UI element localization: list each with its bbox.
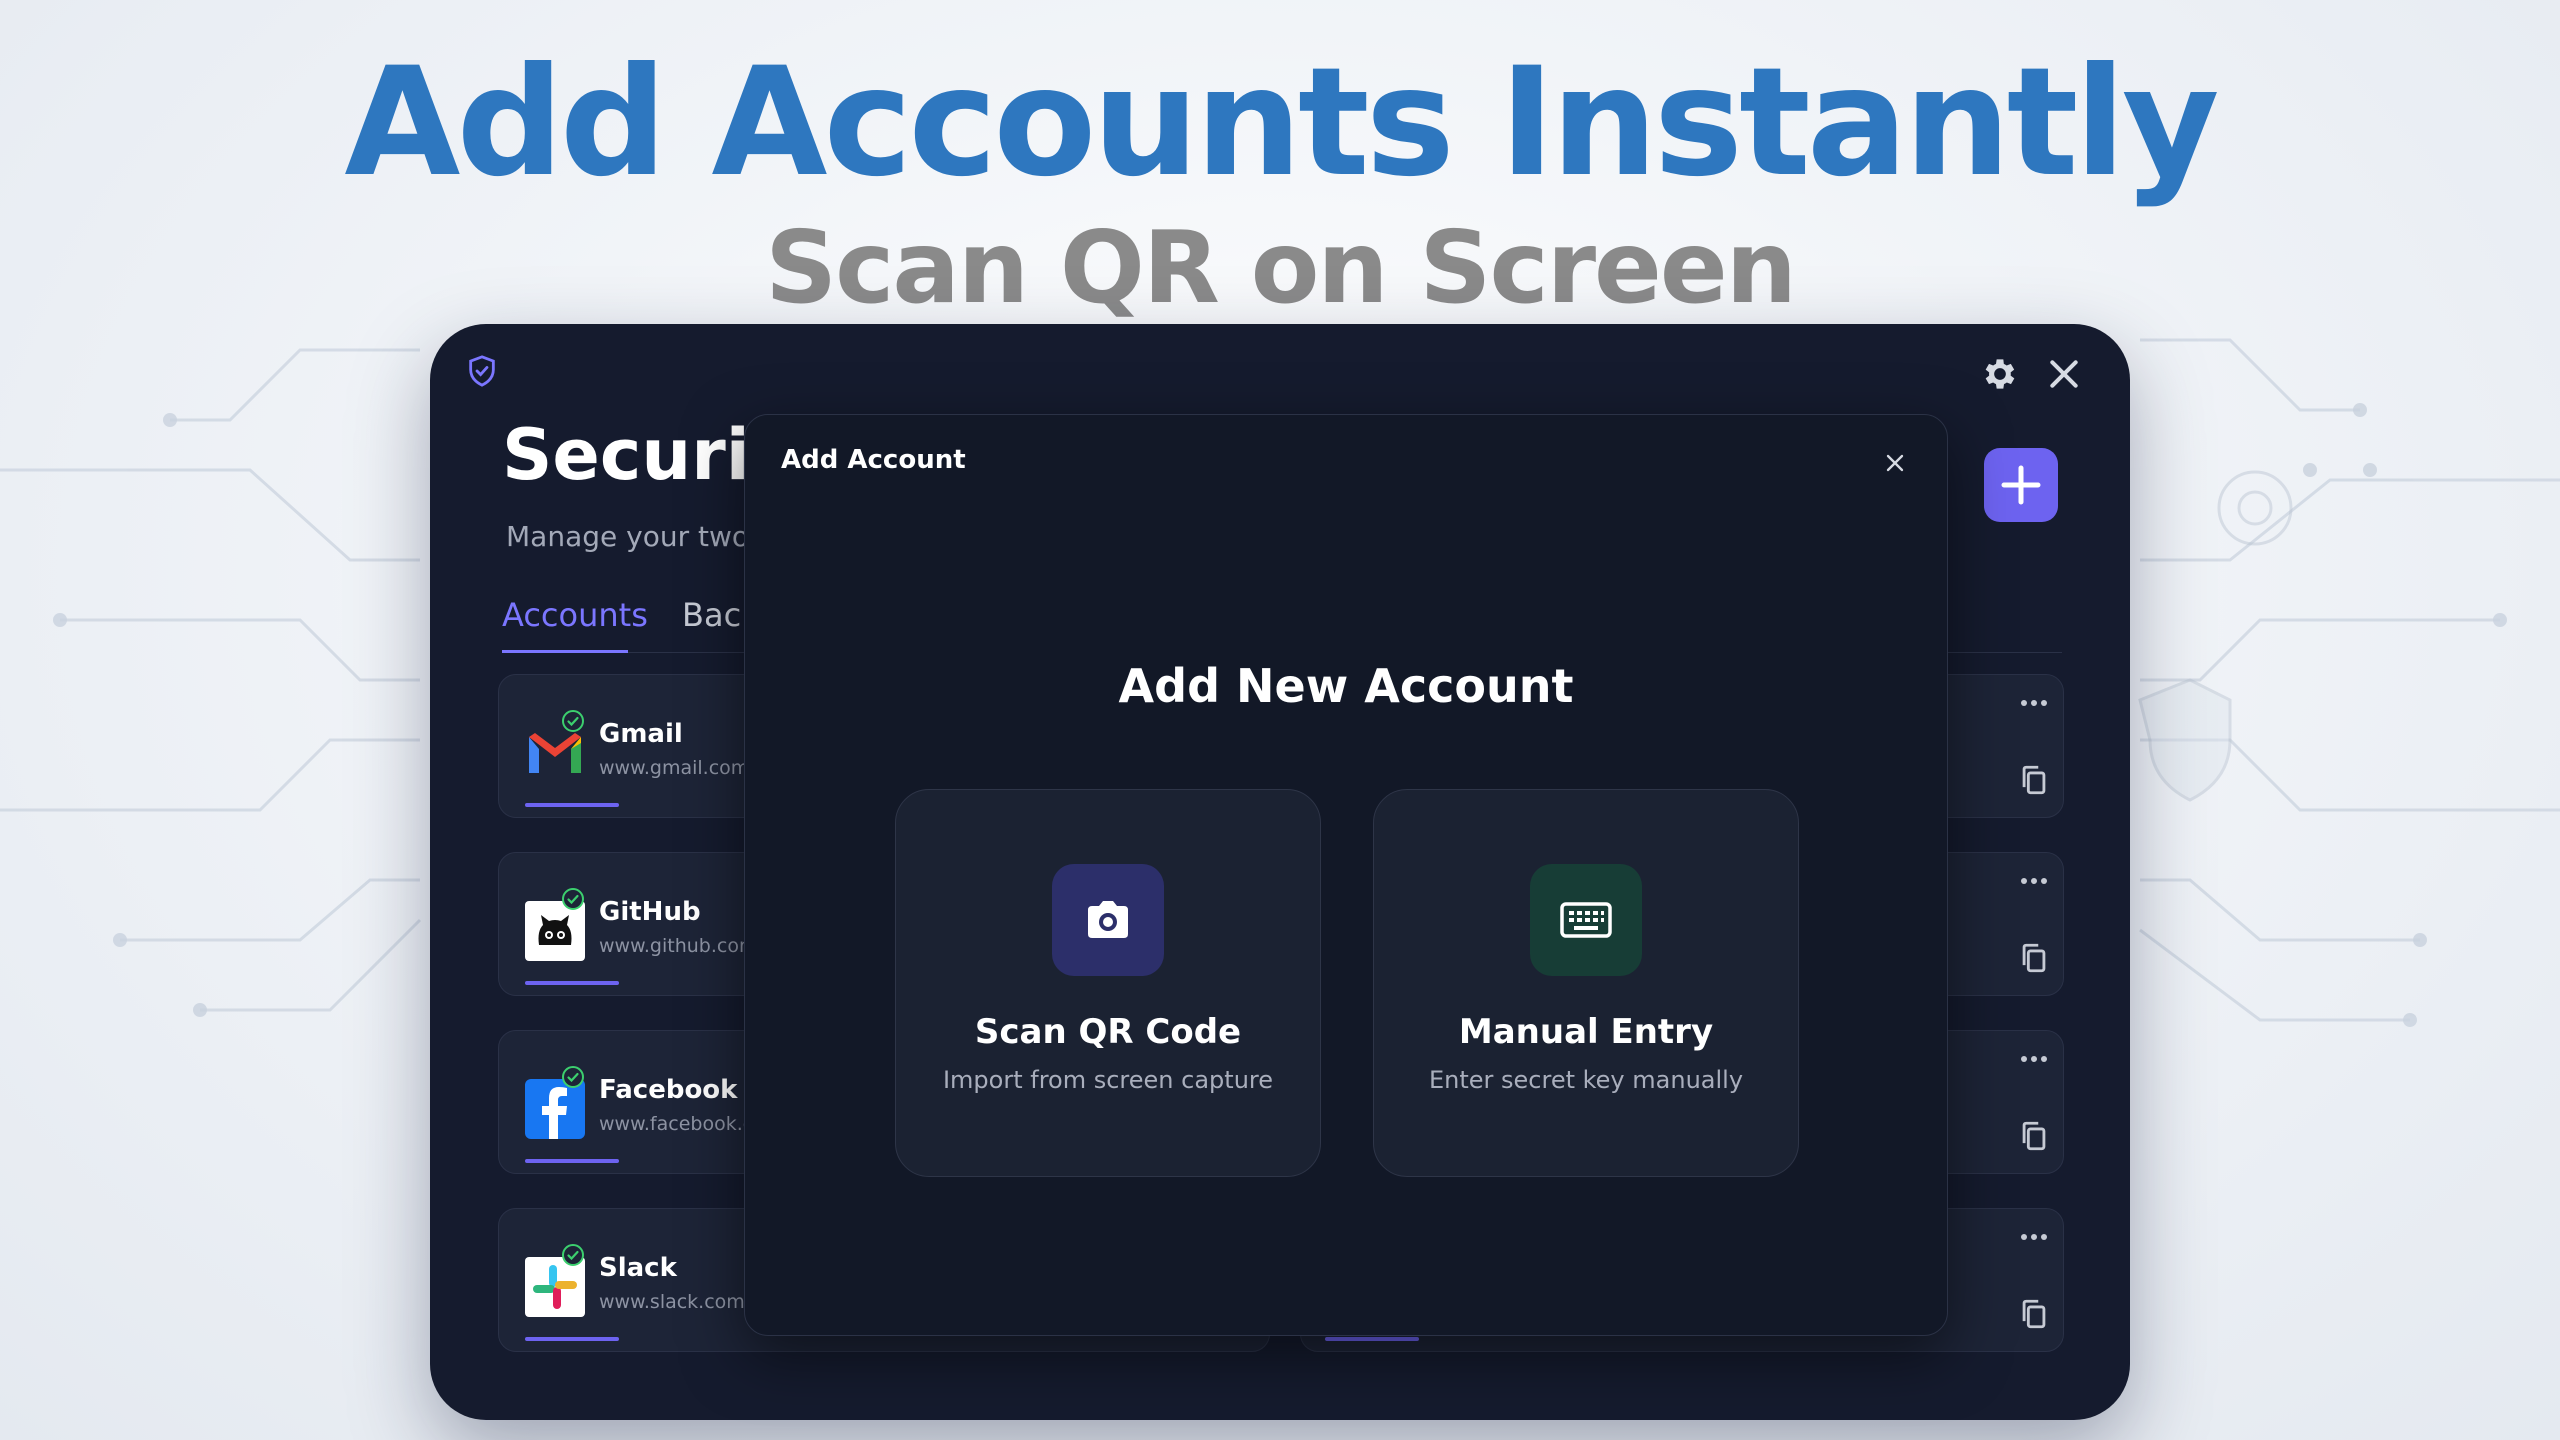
add-account-dialog: Add Account Add New Account Scan QR Code… bbox=[744, 414, 1948, 1336]
active-tab-indicator bbox=[502, 650, 628, 653]
verified-check-icon bbox=[562, 1066, 584, 1088]
camera-icon bbox=[1088, 901, 1128, 938]
add-account-button[interactable] bbox=[1984, 448, 2058, 522]
option-description: Import from screen capture bbox=[942, 1066, 1274, 1094]
account-name: Facebook bbox=[599, 1075, 738, 1105]
tab-accounts[interactable]: Accounts bbox=[502, 596, 648, 634]
camera-icon-tile bbox=[1052, 864, 1164, 976]
account-name: Gmail bbox=[599, 719, 683, 749]
plus-icon bbox=[2001, 465, 2041, 505]
manual-entry-option[interactable]: Manual Entry Enter secret key manually bbox=[1373, 789, 1799, 1177]
code-timer-bar bbox=[525, 1159, 619, 1163]
dialog-heading: Add New Account bbox=[1118, 659, 1574, 713]
more-options-icon[interactable] bbox=[2017, 1051, 2051, 1067]
keyboard-icon-tile bbox=[1530, 864, 1642, 976]
shield-check-icon bbox=[469, 355, 495, 387]
hero-title: Add Accounts Instantly bbox=[344, 36, 2219, 210]
verified-check-icon bbox=[562, 888, 584, 910]
verified-check-icon bbox=[562, 1244, 584, 1266]
hero-subtitle: Scan QR on Screen bbox=[765, 209, 1797, 326]
more-options-icon[interactable] bbox=[2017, 695, 2051, 711]
more-options-icon[interactable] bbox=[2017, 873, 2051, 889]
account-name: Slack bbox=[599, 1253, 677, 1283]
code-timer-bar bbox=[1325, 1337, 1419, 1341]
account-name: GitHub bbox=[599, 897, 701, 927]
copy-icon[interactable] bbox=[2017, 763, 2051, 797]
code-timer-bar bbox=[525, 803, 619, 807]
more-options-icon[interactable] bbox=[2017, 1229, 2051, 1245]
account-url: www.slack.com bbox=[599, 1291, 745, 1313]
dialog-title: Add Account bbox=[781, 445, 966, 475]
copy-icon[interactable] bbox=[2017, 941, 2051, 975]
close-icon[interactable] bbox=[2044, 354, 2084, 394]
option-label: Manual Entry bbox=[1458, 1012, 1714, 1052]
account-url: www.facebook.c bbox=[599, 1113, 754, 1135]
keyboard-icon bbox=[1560, 902, 1612, 938]
verified-check-icon bbox=[562, 710, 584, 732]
copy-icon[interactable] bbox=[2017, 1297, 2051, 1331]
close-icon[interactable] bbox=[1881, 449, 1909, 477]
code-timer-bar bbox=[525, 1337, 619, 1341]
account-url: www.github.com bbox=[599, 935, 758, 957]
copy-icon[interactable] bbox=[2017, 1119, 2051, 1153]
account-url: www.gmail.com bbox=[599, 757, 750, 779]
gear-icon[interactable] bbox=[1980, 354, 2020, 394]
option-description: Enter secret key manually bbox=[1428, 1066, 1744, 1094]
scan-qr-code-option[interactable]: Scan QR Code Import from screen capture bbox=[895, 789, 1321, 1177]
code-timer-bar bbox=[525, 981, 619, 985]
page-subtitle: Manage your two- bbox=[506, 520, 760, 553]
option-label: Scan QR Code bbox=[974, 1012, 1242, 1052]
